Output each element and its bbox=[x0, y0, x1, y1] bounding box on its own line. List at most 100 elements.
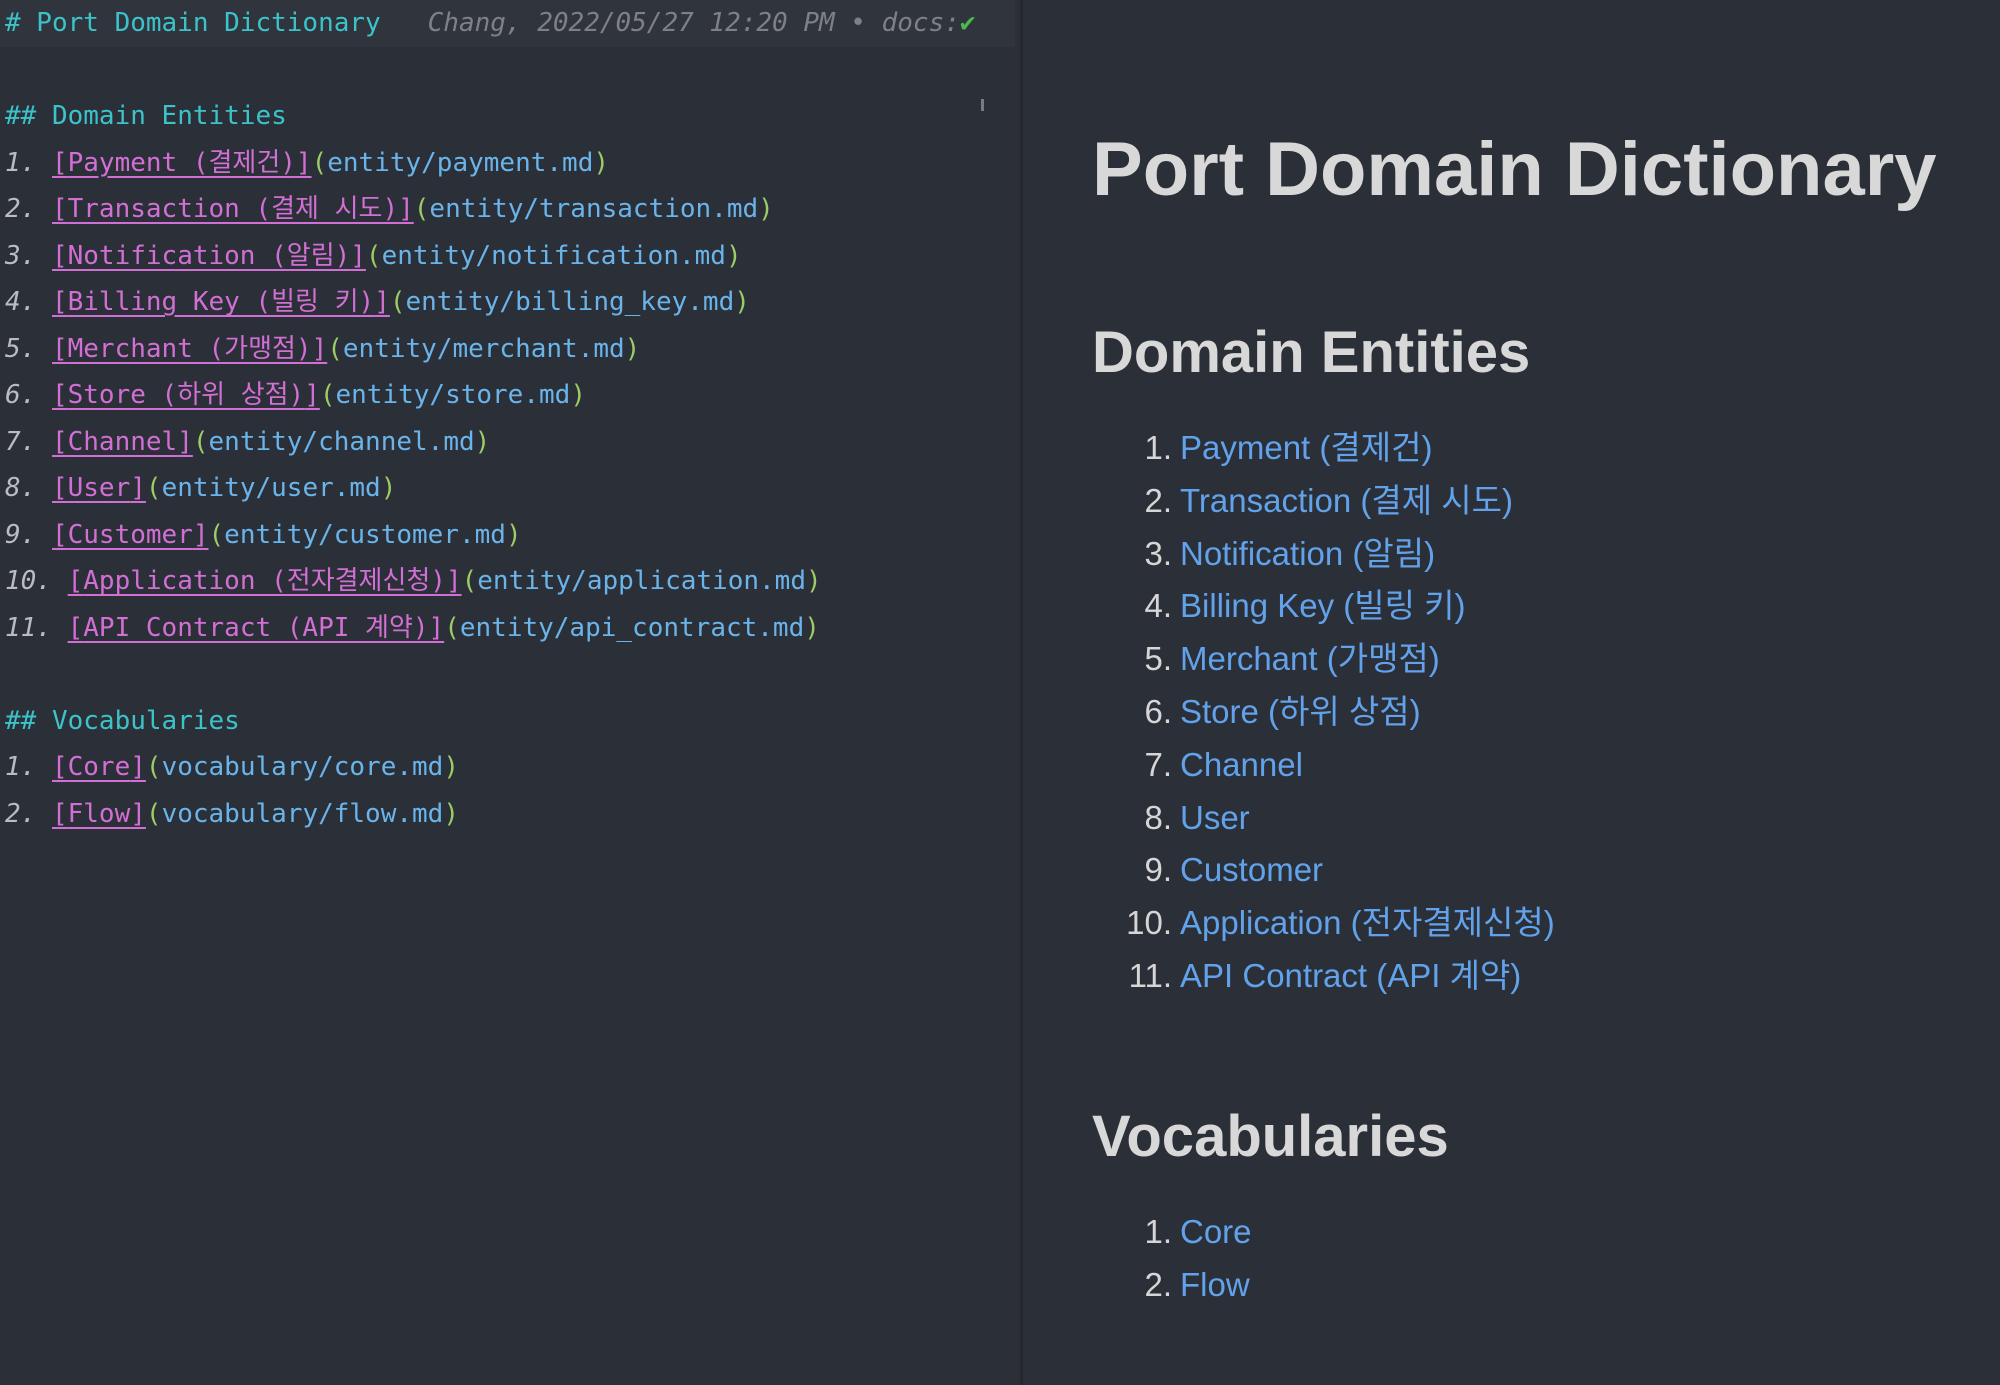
link-label: Merchant (가맹점) bbox=[67, 333, 312, 364]
link-label: Channel bbox=[67, 426, 178, 457]
link-text-markdown[interactable]: [Customer] bbox=[52, 520, 209, 550]
link-path[interactable]: entity/billing_key.md bbox=[406, 287, 735, 317]
preview-list-item: 8. User bbox=[1092, 792, 1555, 845]
preview-link[interactable]: Notification (알림) bbox=[1180, 535, 1435, 572]
link-text-markdown[interactable]: [Channel] bbox=[52, 427, 193, 457]
list-number: 10. bbox=[5, 566, 52, 596]
link-text-markdown[interactable]: [Application (전자결제신청)] bbox=[68, 566, 462, 596]
list-number: 3. bbox=[1144, 534, 1172, 572]
link-text-markdown[interactable]: [Merchant (가맹점)] bbox=[52, 334, 327, 364]
link-label: Billing Key (빌링 키) bbox=[67, 287, 375, 317]
editor-line-list-item[interactable]: 6. [Store (하위 상점)](entity/store.md) bbox=[0, 372, 1020, 419]
link-text-markdown[interactable]: [Store (하위 상점)] bbox=[52, 380, 320, 410]
link-text-markdown[interactable]: [API Contract (API 계약)] bbox=[68, 613, 445, 643]
scrollbar-marker[interactable] bbox=[981, 99, 984, 111]
link-text-markdown[interactable]: [Flow] bbox=[52, 799, 146, 829]
title-markdown: # Port Domain Dictionary bbox=[5, 8, 381, 38]
preview-list-item: 3. Notification (알림) bbox=[1092, 528, 1555, 581]
preview-link[interactable]: Payment (결제건) bbox=[1180, 429, 1432, 466]
link-path[interactable]: vocabulary/core.md bbox=[162, 752, 444, 782]
link-label: Core bbox=[67, 752, 131, 782]
link-text-markdown[interactable]: [Billing Key (빌링 키)] bbox=[52, 287, 390, 317]
editor-line-list-item[interactable]: 9. [Customer](entity/customer.md) bbox=[0, 512, 1020, 559]
heading-marker: ## bbox=[5, 705, 37, 736]
list-number: 7. bbox=[5, 426, 37, 457]
list-number: 4. bbox=[5, 287, 37, 317]
link-text-markdown[interactable]: [Notification (알림)] bbox=[52, 241, 366, 271]
editor-line-list-item[interactable]: 4. [Billing Key (빌링 키)](entity/billing_k… bbox=[0, 279, 1020, 326]
editor-line-title[interactable]: # Port Domain Dictionary Chang, 2022/05/… bbox=[0, 0, 1015, 47]
list-number: 4. bbox=[1144, 587, 1172, 625]
editor-line-list-item[interactable]: 7. [Channel](entity/channel.md) bbox=[0, 419, 1020, 466]
link-path[interactable]: entity/api_contract.md bbox=[460, 613, 804, 643]
link-path[interactable]: entity/merchant.md bbox=[343, 334, 625, 364]
link-path[interactable]: entity/channel.md bbox=[209, 427, 475, 457]
editor-blank-line[interactable] bbox=[0, 47, 1020, 94]
link-text-markdown[interactable]: [Transaction (결제 시도)] bbox=[52, 194, 414, 224]
list-number: 1. bbox=[5, 147, 37, 178]
editor-line-heading[interactable]: ## Domain Entities bbox=[0, 93, 1020, 140]
link-label: Store (하위 상점) bbox=[67, 380, 305, 410]
link-text-markdown[interactable]: [Payment (결제건)] bbox=[52, 148, 312, 178]
link-path[interactable]: entity/transaction.md bbox=[429, 194, 758, 224]
heading-marker: ## bbox=[5, 101, 37, 131]
list-number: 5. bbox=[5, 333, 37, 364]
editor-line-list-item[interactable]: 8. [User](entity/user.md) bbox=[0, 465, 1020, 512]
markdown-editor[interactable]: # Port Domain Dictionary Chang, 2022/05/… bbox=[0, 0, 1020, 1385]
link-path[interactable]: entity/user.md bbox=[162, 473, 381, 503]
list-number: 7. bbox=[1144, 745, 1172, 783]
preview-link[interactable]: Transaction (결제 시도) bbox=[1180, 482, 1513, 519]
preview-section-heading: Vocabularies bbox=[1092, 1104, 1449, 1169]
preview-link[interactable]: Application (전자결제신청) bbox=[1180, 904, 1555, 941]
preview-list-item: 10. Application (전자결제신청) bbox=[1092, 897, 1555, 950]
preview-link[interactable]: Core bbox=[1180, 1213, 1252, 1250]
link-label: API Contract (API 계약) bbox=[83, 612, 429, 643]
link-path[interactable]: entity/payment.md bbox=[327, 148, 593, 178]
link-label: Transaction (결제 시도) bbox=[67, 194, 399, 224]
list-number: 2. bbox=[5, 798, 37, 829]
git-blame-annotation: Chang, 2022/05/27 12:20 PM • docs: bbox=[427, 8, 960, 38]
link-text-markdown[interactable]: [User] bbox=[52, 473, 146, 503]
editor-line-list-item[interactable]: 1. [Core](vocabulary/core.md) bbox=[0, 744, 1020, 791]
preview-list-item: 5. Merchant (가맹점) bbox=[1092, 633, 1555, 686]
list-number: 1. bbox=[1144, 429, 1172, 466]
link-path[interactable]: entity/store.md bbox=[336, 380, 571, 410]
preview-link[interactable]: Store (하위 상점) bbox=[1180, 693, 1421, 730]
list-number: 9. bbox=[5, 519, 37, 550]
editor-line-list-item[interactable]: 3. [Notification (알림)](entity/notificati… bbox=[0, 233, 1020, 280]
preview-title: Port Domain Dictionary bbox=[1092, 127, 1937, 212]
list-number: 10. bbox=[1126, 904, 1172, 942]
link-label: Application (전자결제신청) bbox=[83, 566, 446, 596]
check-icon: ✔ bbox=[959, 8, 976, 38]
link-path[interactable]: entity/application.md bbox=[477, 566, 806, 596]
preview-list-item: 2. Transaction (결제 시도) bbox=[1092, 475, 1555, 528]
preview-link[interactable]: API Contract (API 계약) bbox=[1180, 957, 1521, 994]
preview-link[interactable]: User bbox=[1180, 799, 1250, 836]
editor-line-list-item[interactable]: 1. [Payment (결제건)](entity/payment.md) bbox=[0, 140, 1020, 187]
preview-link[interactable]: Merchant (가맹점) bbox=[1180, 640, 1440, 677]
link-text-markdown[interactable]: [Core] bbox=[52, 752, 146, 782]
editor-line-list-item[interactable]: 10. [Application (전자결제신청)](entity/applic… bbox=[0, 558, 1020, 605]
preview-list-item: 1. Core bbox=[1092, 1206, 1252, 1259]
editor-blank-line[interactable] bbox=[0, 651, 1020, 698]
editor-line-list-item[interactable]: 5. [Merchant (가맹점)](entity/merchant.md) bbox=[0, 326, 1020, 373]
preview-link[interactable]: Customer bbox=[1180, 851, 1323, 888]
preview-link[interactable]: Flow bbox=[1180, 1266, 1250, 1303]
link-path[interactable]: entity/customer.md bbox=[224, 520, 506, 550]
editor-line-list-item[interactable]: 2. [Flow](vocabulary/flow.md) bbox=[0, 791, 1020, 838]
section-heading-markdown: Domain Entities bbox=[51, 101, 287, 131]
link-path[interactable]: vocabulary/flow.md bbox=[162, 799, 444, 829]
editor-line-heading[interactable]: ## Vocabularies bbox=[0, 698, 1020, 745]
list-number: 6. bbox=[5, 380, 37, 410]
link-path[interactable]: entity/notification.md bbox=[382, 241, 726, 271]
preview-list-item: 6. Store (하위 상점) bbox=[1092, 686, 1555, 739]
preview-link[interactable]: Channel bbox=[1180, 746, 1303, 783]
list-number: 2. bbox=[1144, 481, 1172, 519]
preview-list-item: 7. Channel bbox=[1092, 739, 1555, 792]
preview-link[interactable]: Billing Key (빌링 키) bbox=[1180, 587, 1465, 624]
editor-line-list-item[interactable]: 2. [Transaction (결제 시도)](entity/transact… bbox=[0, 186, 1020, 233]
preview-list-item: 1. Payment (결제건) bbox=[1092, 422, 1555, 475]
preview-list-item: 11. API Contract (API 계약) bbox=[1092, 950, 1555, 1003]
editor-line-list-item[interactable]: 11. [API Contract (API 계약)](entity/api_c… bbox=[0, 605, 1020, 652]
list-number: 5. bbox=[1144, 640, 1172, 678]
